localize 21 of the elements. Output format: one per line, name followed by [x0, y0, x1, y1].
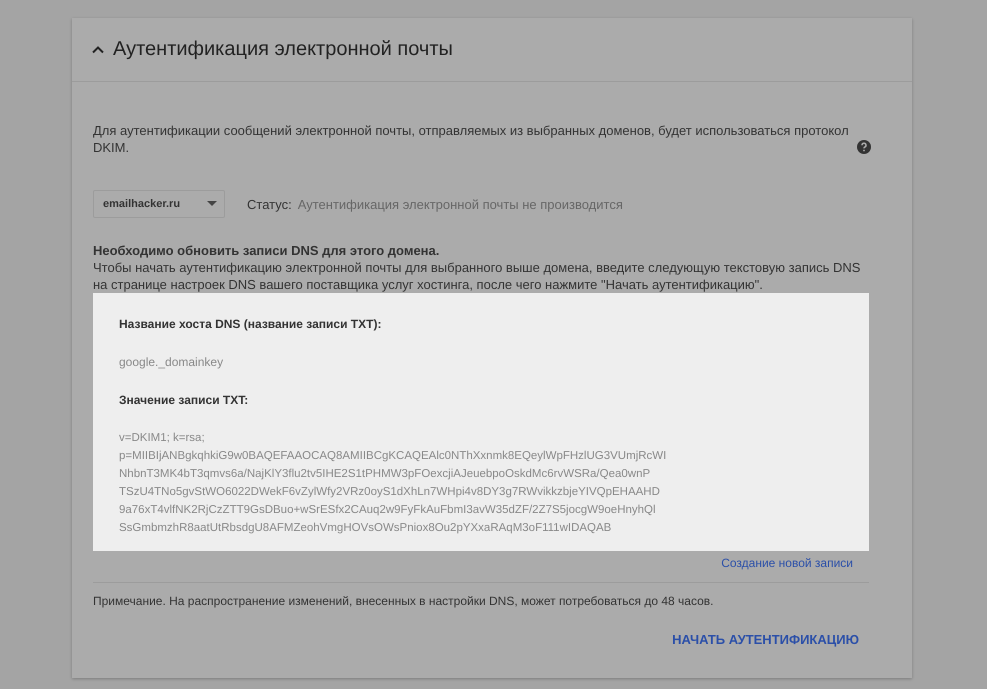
domain-select[interactable]: emailhacker.ru	[93, 190, 225, 218]
notice-text: Чтобы начать аутентификацию электронной почты для выбранного выше домена, введите следующую текстовую запись DNS на странице настроек DNS вашего поставщика услуг хостинга, после чего нажмите "Начать аутентификацию".	[93, 259, 862, 293]
notice-heading: Необходимо обновить записи DNS для этого домена.	[93, 242, 440, 259]
status-value: Аутентификация электронной почты не производится	[298, 196, 623, 212]
record-value-line: 9a76xT4vlfNK2RjCzZTT9GsDBuo+wSrESfx2CAuq2w9FyFkAuFbmI3avW35dZF/2Z7S5jocgW9oeHnyhQl	[119, 503, 657, 518]
description-text: Для аутентификации сообщений электронной почты, отправляемых из выбранных доменов, будет использоваться протокол DKIM.	[93, 122, 850, 156]
dropdown-caret-icon	[207, 201, 217, 207]
start-auth-button[interactable]: НАЧАТЬ АУТЕНТИФИКАЦИЮ	[662, 628, 869, 651]
host-label: Название хоста DNS (название записи TXT):	[119, 316, 382, 333]
value-label: Значение записи TXT:	[119, 392, 250, 409]
note-text: Примечание. На распространение изменений, внесенных в настройки DNS, может потребоваться до 48 часов.	[93, 582, 869, 610]
record-value-line: SsGmbmzhR8aatUtRbsdgU8AFMZeohVmgHOVsOWsPniox8Ou2pYXxaRAqM3oF111wIDAQAB	[119, 521, 612, 536]
record-value-line: p=MIIBIjANBgkqhkiG9w0BAQEFAAOCAQ8AMIIBCgKCAQEAlc0NThXxnmk8EQeylWpFHzlUG3VUmjRcWI	[119, 449, 668, 464]
section-title: Аутентификация электронной почты	[113, 38, 453, 61]
help-icon[interactable]	[857, 140, 871, 154]
record-value-line: v=DKIM1; k=rsa;	[119, 431, 206, 446]
record-value-line: NhbnT3MK4bT3qmvs6a/NajKlY3flu2tv5IHE2S1tPHMW3pFOexcjiAJeuebpoOskdMc6rvWSRa/Qea0wnP	[119, 467, 652, 482]
host-value: google._domainkey	[119, 354, 224, 371]
status-label: Статус:	[247, 196, 292, 212]
create-record-link[interactable]: Создание новой записи	[721, 555, 853, 572]
record-value-line: TSzU4TNo5gvStWO6022DWekF6vZylWfy2VRz0oyS1dXhLn7WHpi4v8DY3g7RWvikkzbjeYIVQpEHAAHD	[119, 485, 661, 500]
